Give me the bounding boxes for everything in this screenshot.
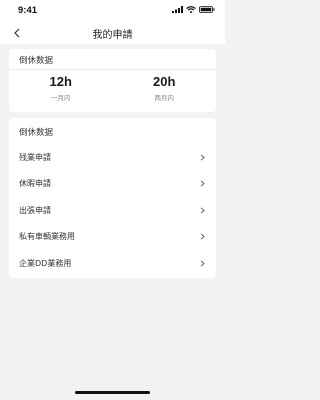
nav-bar: 我的申請 [0,22,225,44]
signal-icon [172,6,183,13]
stat-two-months: 20h 两月内 [113,70,217,111]
battery-icon [199,6,215,13]
status-bar: 9:41 [0,0,225,22]
status-time: 9:41 [18,5,38,16]
home-indicator [75,391,150,394]
list-item-label: 企業DD業務用 [19,258,72,268]
list-item-label: 出張申請 [19,205,51,215]
list-item-leave[interactable]: 休暇申請 [9,171,216,198]
list-item-label: 私有車輌業務用 [19,232,75,242]
application-list-card: 倒休数据 残業申請 休暇申請 出張申請 私有車輌業務用 企業DD業務用 [9,118,216,278]
wifi-icon [186,6,196,13]
chevron-right-icon [198,206,206,214]
stat-value: 20h [153,74,176,89]
stat-one-month: 12h 一月内 [9,70,113,111]
chevron-right-icon [198,180,206,188]
chevron-right-icon [198,153,206,161]
stat-value: 12h [49,74,72,89]
summary-header: 倒休数据 [9,49,216,70]
list-item-label: 休暇申請 [19,179,51,189]
chevron-right-icon [198,233,206,241]
summary-card: 倒休数据 12h 一月内 20h 两月内 [9,49,216,112]
chevron-right-icon [198,259,206,267]
stat-label: 两月内 [154,94,175,102]
summary-stats: 12h 一月内 20h 两月内 [9,70,216,111]
list-item-overtime[interactable]: 残業申請 [9,144,216,171]
list-item-label: 残業申請 [19,152,51,162]
page-title: 我的申請 [92,30,133,41]
status-icons [172,6,215,13]
list-item-company-dd[interactable]: 企業DD業務用 [9,250,216,277]
list-header: 倒休数据 [19,128,54,138]
list-item-business-trip[interactable]: 出張申請 [9,197,216,224]
list-item-private-vehicle[interactable]: 私有車輌業務用 [9,224,216,251]
stat-label: 一月内 [51,94,71,102]
